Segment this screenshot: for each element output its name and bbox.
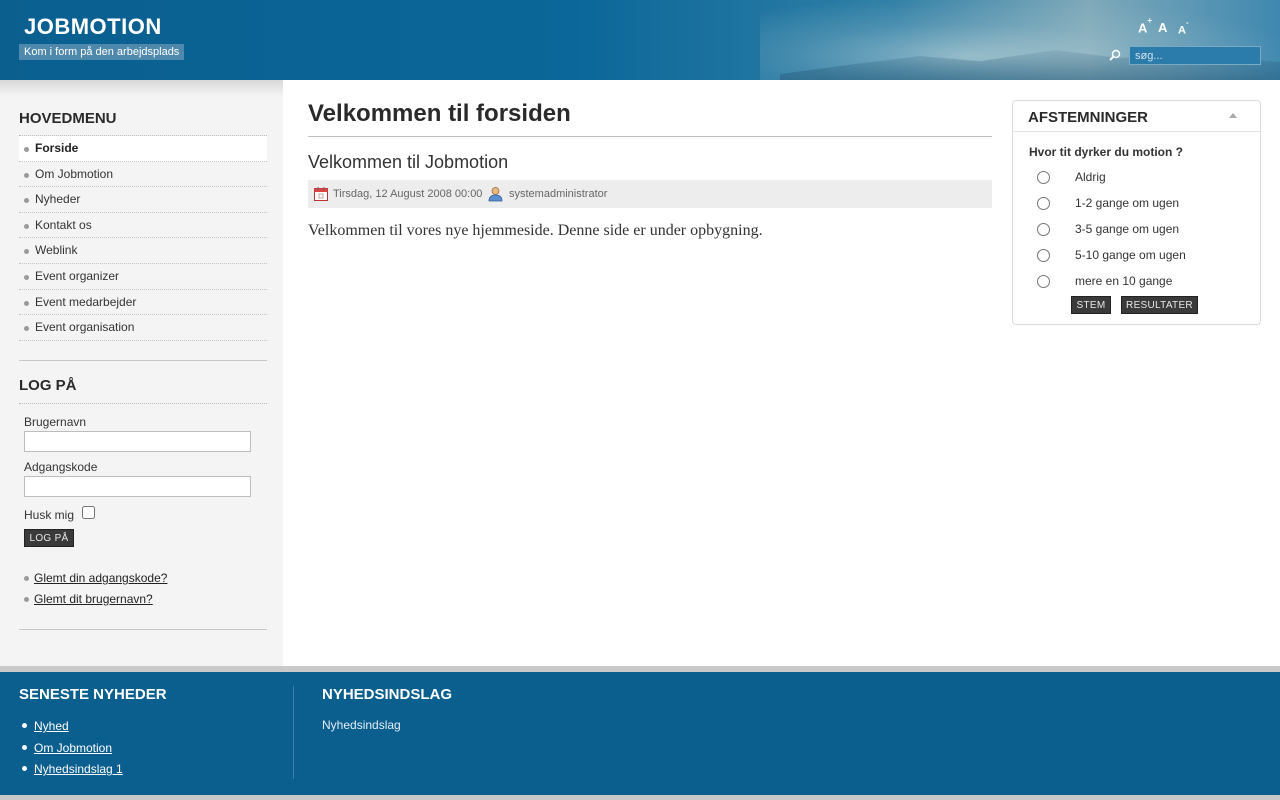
- results-button[interactable]: RESULTATER: [1121, 296, 1198, 314]
- login-button[interactable]: LOG PÅ: [24, 529, 74, 547]
- menu-item-kontakt-os[interactable]: Kontakt os: [19, 213, 267, 239]
- poll-module: AFSTEMNINGER Hvor tit dyrker du motion ?…: [1012, 100, 1261, 325]
- forgot-username-link[interactable]: Glemt dit brugernavn?: [34, 592, 153, 606]
- font-size-controls: A+ A A-: [1138, 16, 1198, 38]
- menu-item-event-organizer[interactable]: Event organizer: [19, 264, 267, 290]
- newsflash-title: NYHEDSINDSLAG: [322, 686, 453, 703]
- module-divider: [19, 360, 267, 361]
- poll-header: AFSTEMNINGER: [1013, 101, 1260, 132]
- user-icon: [488, 187, 503, 202]
- main-menu-title: HOVEDMENU: [19, 110, 117, 127]
- poll-option-radio[interactable]: [1037, 249, 1050, 262]
- latest-news-link[interactable]: Nyhedsindslag 1: [34, 762, 123, 776]
- footer-bottom-border: [0, 795, 1280, 800]
- footer-divider: [293, 686, 294, 779]
- article-author: systemadministrator: [509, 188, 608, 200]
- poll-question: Hvor tit dyrker du motion ?: [1029, 145, 1184, 159]
- remember-me-label: Husk mig: [24, 508, 75, 522]
- latest-news-title: SENESTE NYHEDER: [19, 686, 167, 703]
- font-reset-button[interactable]: A: [1158, 20, 1167, 35]
- collapse-arrow-icon[interactable]: [1229, 113, 1237, 118]
- login-title-rule: [19, 403, 267, 404]
- forgot-password-link[interactable]: Glemt din adgangskode?: [34, 571, 167, 585]
- bullet-icon: [22, 766, 27, 771]
- username-label: Brugernavn: [24, 415, 87, 429]
- menu-item-event-medarbejder[interactable]: Event medarbejder: [19, 290, 267, 316]
- latest-news-link[interactable]: Om Jobmotion: [34, 741, 112, 755]
- site-slogan: Kom i form på den arbejdsplads: [19, 44, 185, 60]
- menu-item-forside[interactable]: Forside: [19, 136, 267, 162]
- poll-option-radio[interactable]: [1037, 275, 1050, 288]
- article-title: Velkommen til Jobmotion: [308, 152, 509, 172]
- calendar-icon: [314, 187, 328, 201]
- poll-option-radio[interactable]: [1037, 223, 1050, 236]
- login-title: LOG PÅ: [19, 377, 77, 394]
- poll-option-radio[interactable]: [1037, 197, 1050, 210]
- module-divider: [19, 629, 267, 630]
- username-input[interactable]: [24, 431, 251, 452]
- bullet-icon: [24, 576, 29, 581]
- poll-option-label: mere en 10 gange: [1075, 274, 1173, 288]
- latest-news-link[interactable]: Nyhed: [34, 719, 69, 733]
- poll-option-label: 3-5 gange om ugen: [1075, 222, 1180, 236]
- poll-option-label: 1-2 gange om ugen: [1075, 196, 1180, 210]
- remember-me-checkbox[interactable]: [82, 506, 95, 519]
- font-increase-button[interactable]: A+: [1138, 16, 1152, 35]
- password-input[interactable]: [24, 476, 251, 497]
- page-heading: Velkommen til forsiden: [308, 100, 571, 127]
- article-body: Velkommen til vores nye hjemmeside. Denn…: [308, 222, 763, 239]
- article-date: Tirsdag, 12 August 2008 00:00: [333, 188, 483, 200]
- bullet-icon: [22, 723, 27, 728]
- menu-item-weblink[interactable]: Weblink: [19, 238, 267, 264]
- vote-button[interactable]: STEM: [1071, 296, 1111, 314]
- bullet-icon: [24, 597, 29, 602]
- menu-item-event-organisation[interactable]: Event organisation: [19, 315, 267, 341]
- menu-item-nyheder[interactable]: Nyheder: [19, 187, 267, 213]
- poll-option-radio[interactable]: [1037, 171, 1050, 184]
- heading-rule: [308, 136, 992, 137]
- site-footer: [0, 672, 1280, 795]
- password-label: Adgangskode: [24, 460, 98, 474]
- poll-option-label: 5-10 gange om ugen: [1075, 248, 1186, 262]
- search-icon[interactable]: [1108, 48, 1122, 62]
- search-input[interactable]: [1129, 46, 1261, 65]
- bullet-icon: [22, 745, 27, 750]
- poll-option-label: Aldrig: [1075, 170, 1106, 184]
- poll-title: AFSTEMNINGER: [1028, 109, 1148, 126]
- main-menu: Forside Om Jobmotion Nyheder Kontakt os …: [19, 135, 267, 341]
- font-decrease-button[interactable]: A-: [1178, 18, 1189, 37]
- site-header: JOBMOTION Kom i form på den arbejdsplads…: [0, 0, 1280, 80]
- newsflash-text: Nyhedsindslag: [322, 718, 401, 732]
- menu-item-om-jobmotion[interactable]: Om Jobmotion: [19, 162, 267, 188]
- site-title[interactable]: JOBMOTION: [24, 14, 162, 40]
